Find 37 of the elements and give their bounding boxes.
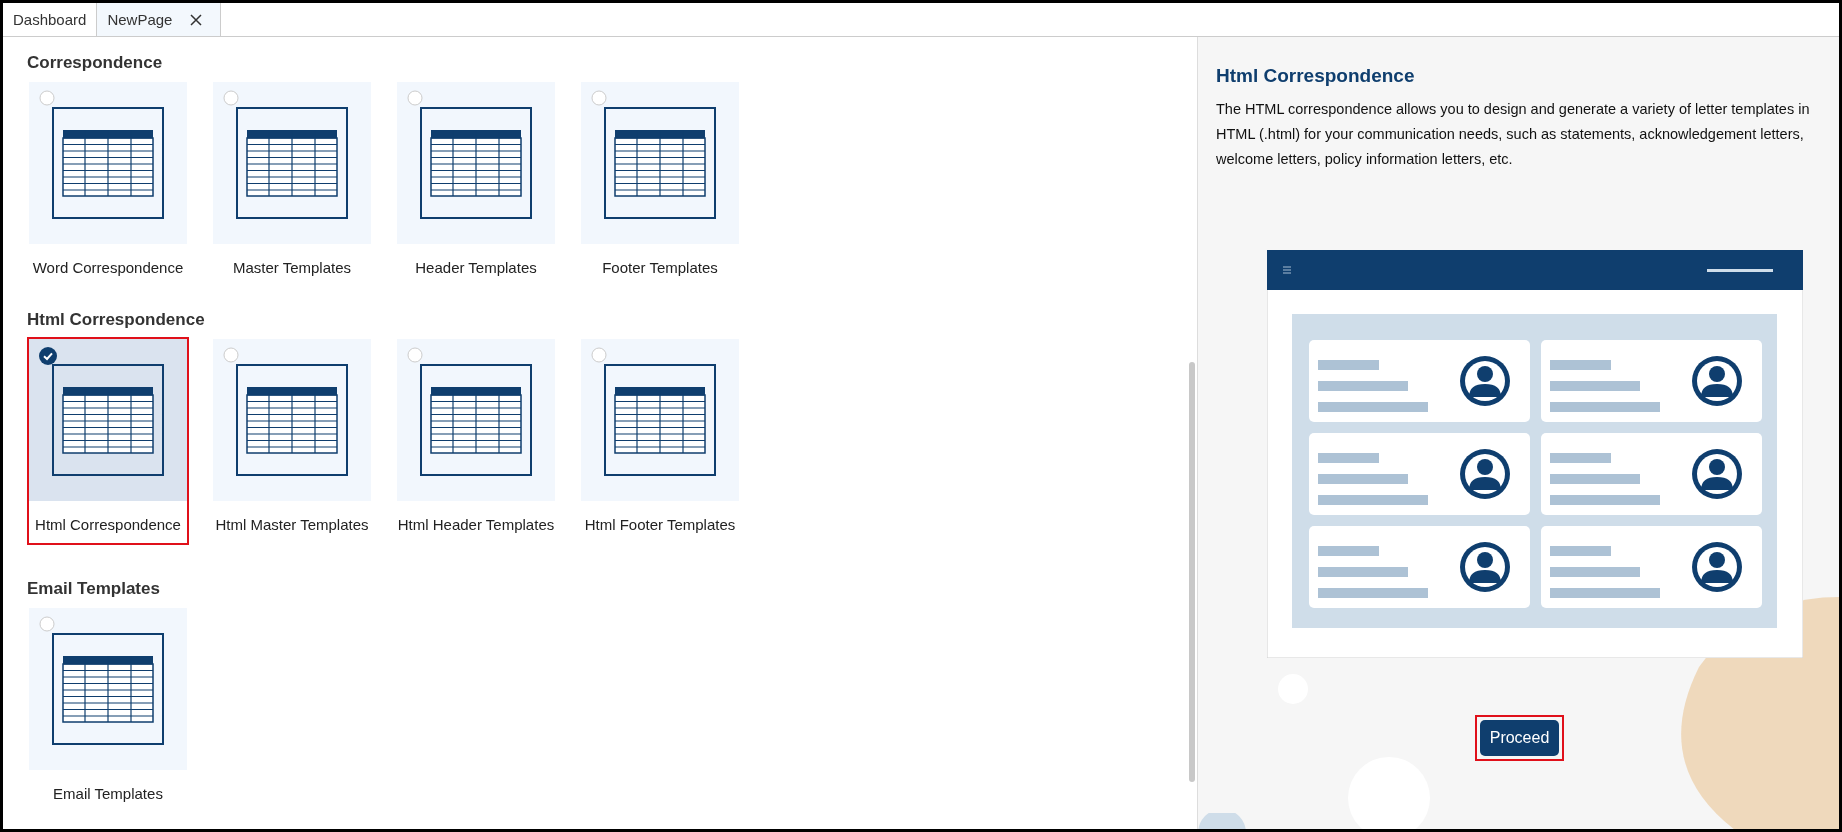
radio-button[interactable]	[591, 90, 607, 106]
table-document-icon	[52, 364, 164, 476]
template-label: Footer Templates	[602, 258, 718, 278]
template-label: Html Correspondence	[35, 515, 181, 535]
table-document-icon	[236, 364, 348, 476]
template-label: Header Templates	[415, 258, 537, 278]
checkmark-icon	[39, 347, 57, 365]
table-document-icon	[236, 107, 348, 219]
radio-button[interactable]	[407, 90, 423, 106]
table-document-icon	[420, 107, 532, 219]
template-label: Html Header Templates	[397, 515, 555, 535]
radio-button[interactable]	[39, 616, 55, 632]
radio-button[interactable]	[591, 347, 607, 363]
table-document-icon	[420, 364, 532, 476]
section-heading: Email Templates	[27, 579, 161, 599]
template-option[interactable]: Html Correspondence	[27, 337, 189, 545]
radio-button[interactable]	[407, 347, 423, 363]
description-text: The HTML correspondence allows you to design and generate a variety of letter templates in HTML (.html) for your communication needs, such as statements, acknowledgement letters, welcome letters, policy information letters, etc.	[1216, 100, 1811, 169]
radio-button[interactable]	[39, 90, 55, 106]
table-document-icon	[604, 107, 716, 219]
template-label: Html Master Templates	[215, 515, 369, 535]
table-document-icon	[52, 107, 164, 219]
table-document-icon	[604, 364, 716, 476]
close-icon[interactable]	[190, 13, 203, 26]
template-label: Email Templates	[53, 784, 163, 804]
template-label: Word Correspondence	[32, 258, 184, 278]
template-label: Master Templates	[232, 258, 352, 278]
section-heading: Correspondence	[27, 53, 164, 73]
scrollbar-thumb[interactable]	[1189, 362, 1195, 782]
radio-button[interactable]	[223, 347, 239, 363]
tab[interactable]: NewPage	[97, 3, 222, 36]
template-label: Html Footer Templates	[584, 515, 736, 535]
detail-title: Html Correspondence	[1216, 65, 1416, 87]
section-heading: Html Correspondence	[27, 310, 206, 330]
table-document-icon	[52, 633, 164, 745]
proceed-button[interactable]: Proceed	[1479, 720, 1560, 756]
radio-button[interactable]	[223, 90, 239, 106]
